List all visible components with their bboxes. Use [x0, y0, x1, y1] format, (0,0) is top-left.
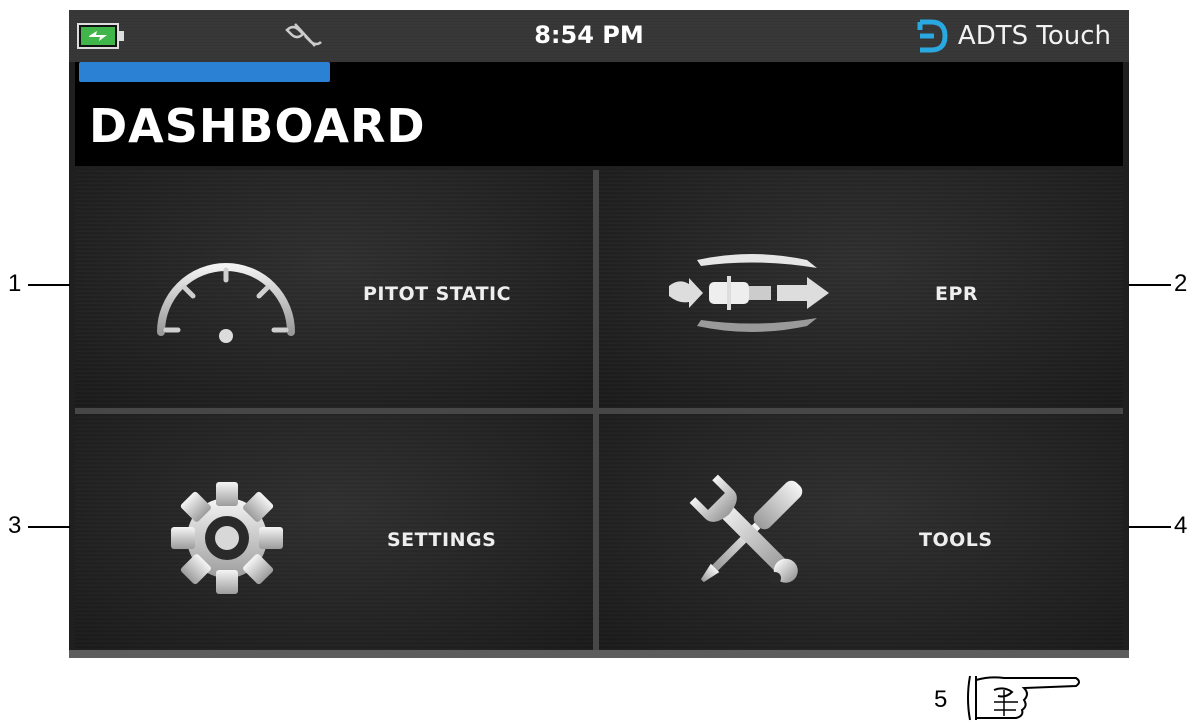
grid-divider-horizontal	[75, 408, 1123, 414]
device-screen: 8:54 PM ADTS Touch DASHBOARD PITOT STATI…	[69, 10, 1129, 658]
battery-charging-icon	[77, 23, 124, 49]
tile-tools[interactable]: TOOLS	[599, 414, 1123, 650]
callout-number-3: 3	[8, 512, 22, 539]
wrench-screwdriver-icon	[689, 474, 803, 584]
jet-engine-icon	[669, 254, 829, 332]
callout-number-2: 2	[1174, 270, 1188, 297]
callout-number-4: 4	[1174, 512, 1188, 539]
tile-pitot-static[interactable]: PITOT STATIC	[75, 170, 593, 408]
callout-line-3	[28, 526, 70, 528]
clock: 8:54 PM	[534, 21, 644, 49]
usb-disconnected-icon	[285, 23, 322, 47]
tile-label-epr: EPR	[935, 283, 979, 305]
progress-fill	[79, 62, 330, 82]
tile-label-tools: TOOLS	[919, 529, 993, 551]
status-bar: 8:54 PM ADTS Touch	[69, 10, 1129, 62]
pointing-hand-icon	[967, 675, 1080, 721]
callout-line-1	[28, 284, 70, 286]
druck-logo-icon	[917, 19, 948, 53]
tile-label-pitot-static: PITOT STATIC	[363, 283, 512, 305]
callout-number-1: 1	[8, 270, 22, 297]
tile-label-settings: SETTINGS	[387, 529, 497, 551]
brand: ADTS Touch	[914, 18, 1111, 54]
tile-epr[interactable]: EPR	[599, 170, 1123, 408]
gauge-icon	[157, 263, 295, 343]
tile-settings[interactable]: SETTINGS	[75, 414, 593, 650]
progress-bar	[79, 62, 591, 82]
page-title: DASHBOARD	[89, 99, 426, 153]
header: DASHBOARD	[75, 62, 1123, 166]
callout-line-4	[1129, 526, 1171, 528]
gear-icon	[171, 482, 283, 594]
brand-name: ADTS Touch	[957, 21, 1111, 51]
callout-number-5: 5	[934, 686, 948, 713]
callout-line-2	[1129, 284, 1171, 286]
